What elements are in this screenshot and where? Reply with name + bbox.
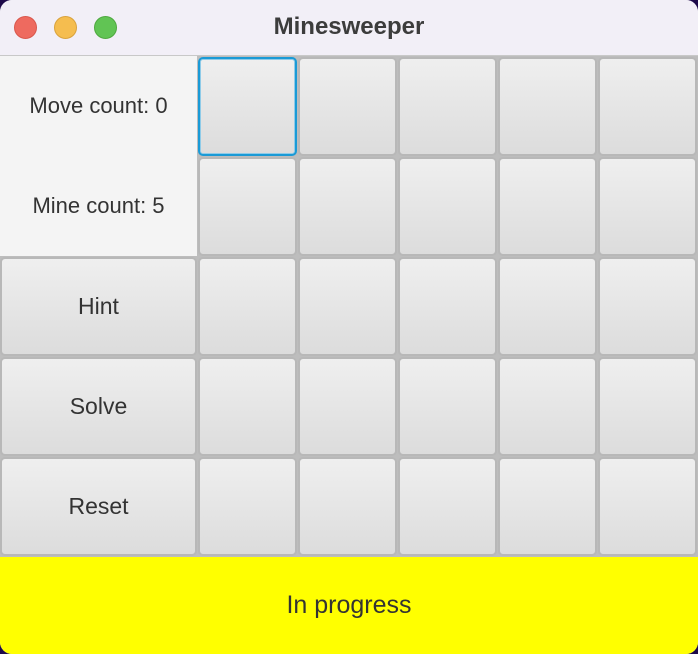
- mine-cell-r2-c2[interactable]: [398, 257, 497, 356]
- mine-cell-r0-c0[interactable]: [198, 57, 297, 156]
- mine-count-label: Mine count: 5: [0, 156, 197, 256]
- mine-cell-r1-c1[interactable]: [298, 157, 397, 256]
- mine-cell-r2-c0[interactable]: [198, 257, 297, 356]
- mine-cell-r3-c4[interactable]: [598, 357, 697, 456]
- mine-cell-r1-c0[interactable]: [198, 157, 297, 256]
- app-window: Minesweeper Move count: 0 Mine count: 5 …: [0, 0, 698, 654]
- mine-cell-r1-c4[interactable]: [598, 157, 697, 256]
- mine-cell-r4-c3[interactable]: [498, 457, 597, 556]
- move-count-label: Move count: 0: [0, 56, 197, 156]
- solve-button[interactable]: Solve: [0, 357, 197, 456]
- mine-cell-r1-c2[interactable]: [398, 157, 497, 256]
- mine-cell-r0-c3[interactable]: [498, 57, 597, 156]
- mine-cell-r2-c1[interactable]: [298, 257, 397, 356]
- game-status-bar: In progress: [0, 557, 698, 654]
- hint-button[interactable]: Hint: [0, 257, 197, 356]
- mine-cell-r3-c0[interactable]: [198, 357, 297, 456]
- mine-cell-r0-c4[interactable]: [598, 57, 697, 156]
- mine-cell-r1-c3[interactable]: [498, 157, 597, 256]
- mine-cell-r0-c1[interactable]: [298, 57, 397, 156]
- mine-cell-r2-c3[interactable]: [498, 257, 597, 356]
- reset-button[interactable]: Reset: [0, 457, 197, 556]
- window-title: Minesweeper: [273, 13, 425, 40]
- mine-cell-r4-c4[interactable]: [598, 457, 697, 556]
- title-bar: Minesweeper: [0, 0, 698, 56]
- mine-cell-r4-c1[interactable]: [298, 457, 397, 556]
- mine-cell-r3-c2[interactable]: [398, 357, 497, 456]
- mine-cell-r0-c2[interactable]: [398, 57, 497, 156]
- mine-cell-r4-c0[interactable]: [198, 457, 297, 556]
- mine-cell-r3-c3[interactable]: [498, 357, 597, 456]
- mine-cell-r2-c4[interactable]: [598, 257, 697, 356]
- mine-cell-r4-c2[interactable]: [398, 457, 497, 556]
- mine-cell-r3-c1[interactable]: [298, 357, 397, 456]
